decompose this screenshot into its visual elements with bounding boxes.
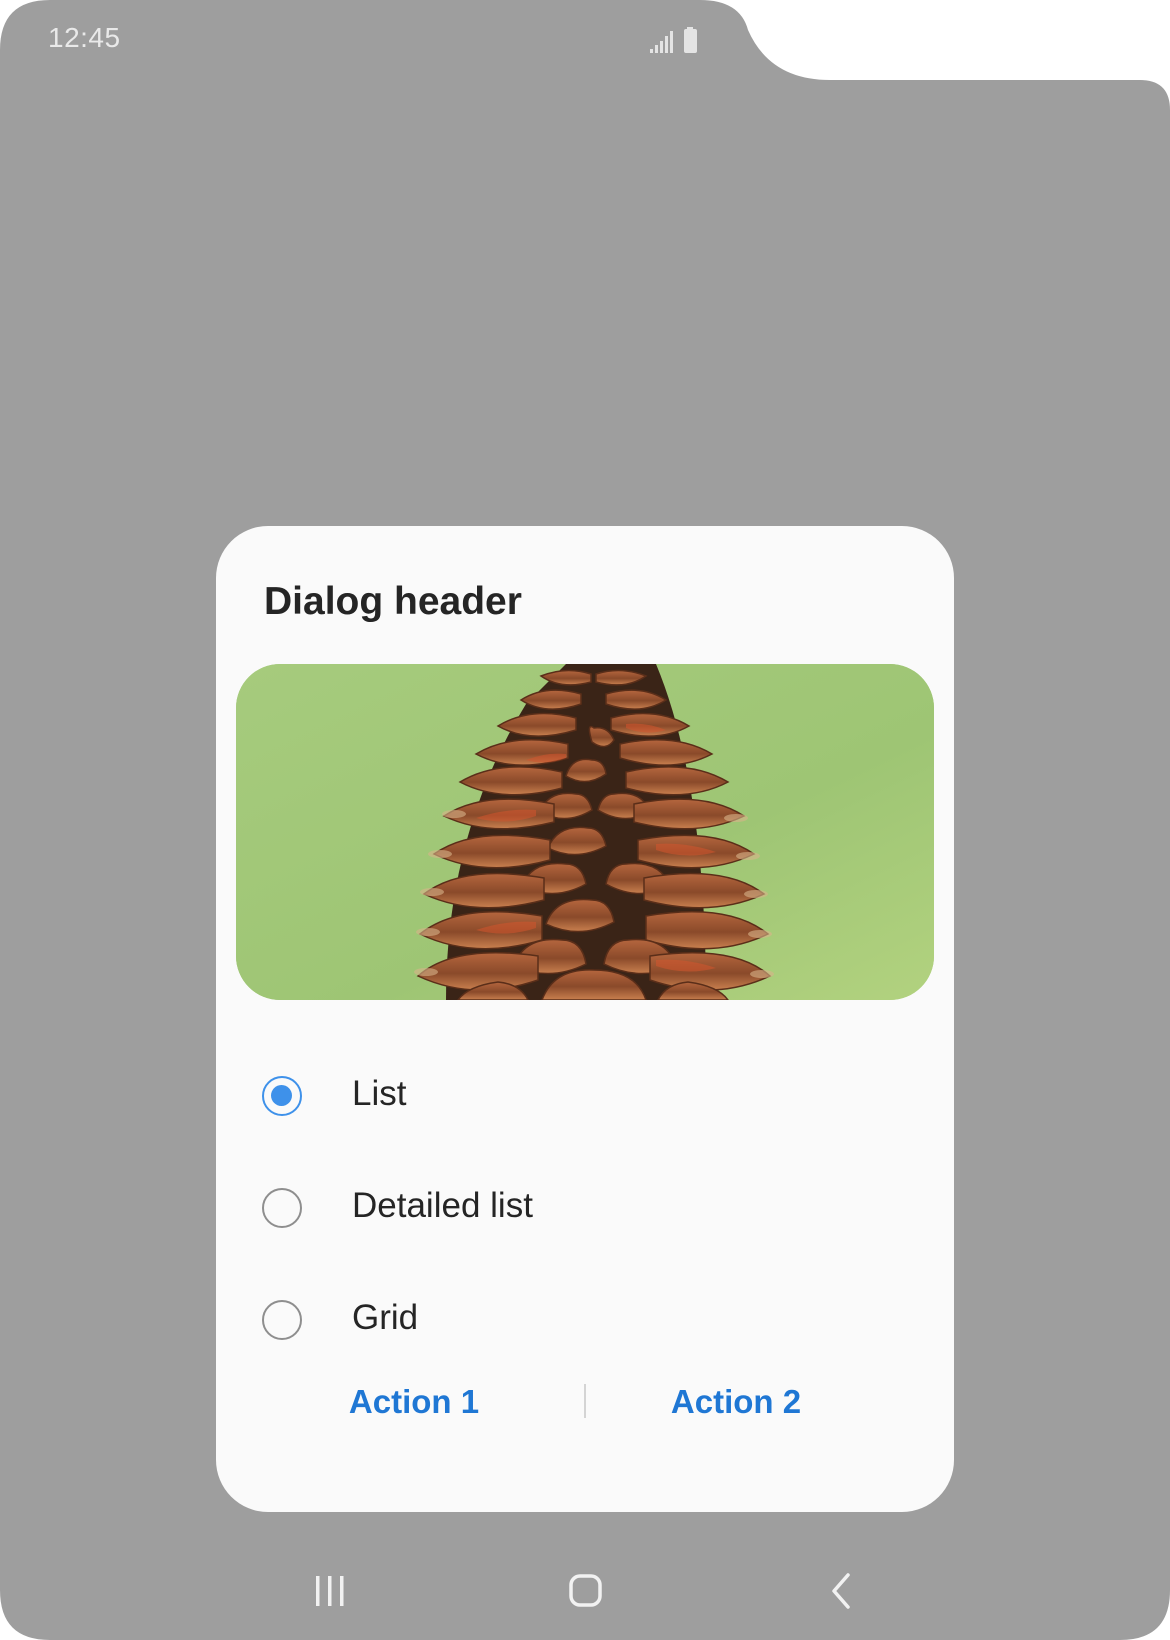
- dialog: Dialog header List Detailed list Grid Ac…: [216, 526, 954, 1512]
- radio-button-checked[interactable]: [262, 1076, 302, 1116]
- back-icon[interactable]: [810, 1560, 870, 1620]
- action-1-button[interactable]: Action 1: [264, 1362, 564, 1442]
- dialog-title: Dialog header: [264, 580, 522, 623]
- battery-icon: [684, 27, 697, 53]
- status-time: 12:45: [48, 22, 121, 53]
- navigation-bar: [0, 1560, 1170, 1620]
- home-icon[interactable]: [555, 1560, 615, 1620]
- device-screen: 12:45 Dialog header List Detailed list G…: [0, 0, 1170, 1640]
- option-list[interactable]: List: [216, 1048, 954, 1148]
- signal-icon: [650, 31, 673, 53]
- option-grid[interactable]: Grid: [216, 1272, 954, 1372]
- option-detailed-list[interactable]: Detailed list: [216, 1160, 954, 1260]
- option-label: Grid: [352, 1298, 419, 1337]
- radio-button[interactable]: [262, 1188, 302, 1228]
- dialog-actions: Action 1 Action 2: [216, 1362, 954, 1442]
- status-icons: [650, 27, 697, 53]
- pine-cone-photo: [236, 664, 934, 1000]
- option-label: List: [352, 1074, 407, 1113]
- option-label: Detailed list: [352, 1186, 533, 1225]
- pine-cone-image: [236, 664, 934, 1000]
- action-2-button[interactable]: Action 2: [586, 1362, 886, 1442]
- radio-button[interactable]: [262, 1300, 302, 1340]
- recents-icon[interactable]: [300, 1560, 360, 1620]
